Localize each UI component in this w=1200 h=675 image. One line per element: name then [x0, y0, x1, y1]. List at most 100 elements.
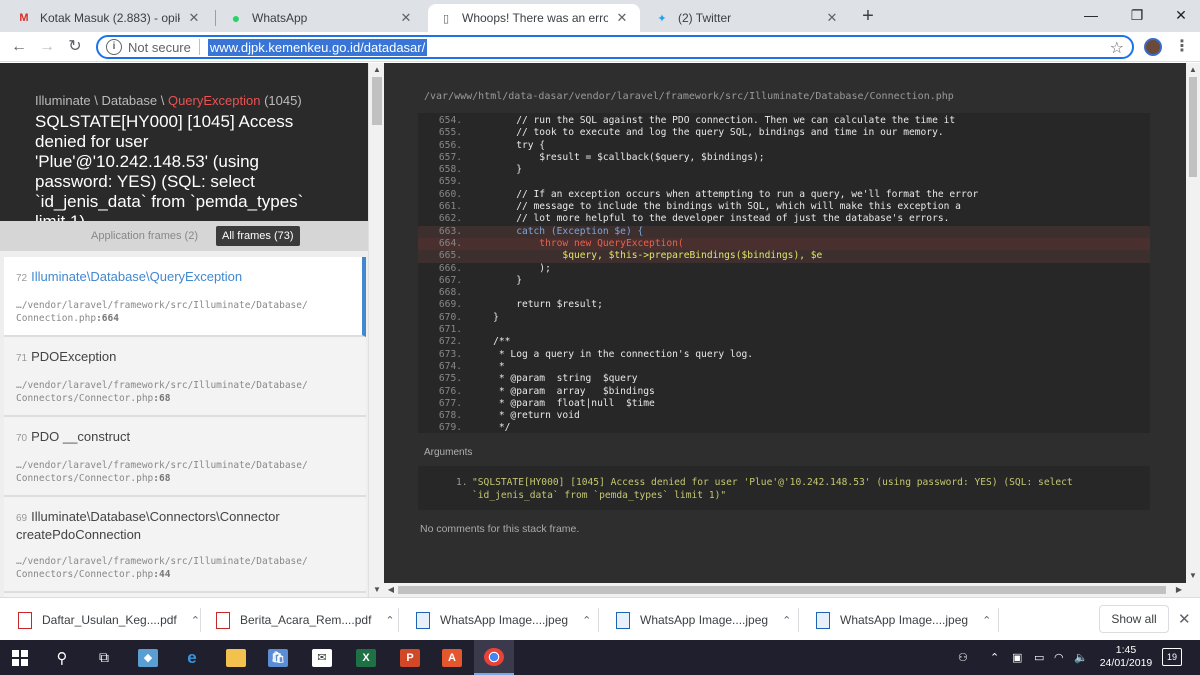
code-horizontal-scrollbar[interactable]: ◀ ▶ — [384, 583, 1186, 597]
scroll-left-arrow-icon[interactable]: ◀ — [384, 583, 398, 597]
back-button[interactable]: ← — [8, 36, 30, 58]
scroll-up-arrow-icon[interactable]: ▲ — [369, 63, 385, 77]
chevron-up-icon[interactable]: ⌃ — [191, 614, 200, 627]
bookmark-star-icon[interactable]: ☆ — [1110, 38, 1124, 58]
line-number: 663. — [438, 225, 462, 237]
search-icon[interactable]: ⚲ — [42, 640, 82, 675]
code-line: 672. /** — [418, 336, 1150, 348]
store-icon[interactable]: 🛍 — [258, 640, 298, 675]
windows-icon — [12, 649, 28, 666]
volume-icon[interactable]: 🔈 — [1074, 640, 1088, 675]
code-line: 670. } — [418, 312, 1150, 324]
line-code: } — [470, 311, 499, 323]
line-code: $result = $callback($query, $bindings); — [470, 151, 765, 163]
tab-gmail[interactable]: M Kotak Masuk (2.883) - opikcumir ✕ — [6, 4, 212, 32]
close-icon[interactable]: ✕ — [398, 10, 414, 26]
reload-button[interactable]: ↻ — [64, 36, 86, 58]
page-scrollbar[interactable]: ▲ ▼ — [1186, 63, 1200, 597]
line-number: 669. — [438, 299, 462, 311]
tab-whoops-error[interactable]: ▯ Whoops! There was an error. ✕ — [428, 4, 640, 32]
start-button[interactable] — [0, 640, 40, 675]
menu-dots-icon[interactable]: ⋮ — [1174, 38, 1190, 56]
chevron-up-icon[interactable]: ⌃ — [385, 614, 394, 627]
code-line: 657. $result = $callback($query, $bindin… — [418, 152, 1150, 164]
new-tab-button[interactable]: + — [856, 6, 880, 28]
file-path: /var/www/html/data-dasar/vendor/laravel/… — [424, 91, 954, 102]
chevron-up-icon[interactable]: ⌃ — [582, 614, 591, 627]
file-explorer-icon[interactable] — [216, 640, 256, 675]
scroll-right-arrow-icon[interactable]: ▶ — [1172, 583, 1186, 597]
profile-avatar[interactable] — [1144, 38, 1162, 56]
chevron-up-icon[interactable]: ⌃ — [982, 614, 991, 627]
scrollbar-thumb[interactable] — [372, 77, 382, 125]
close-icon[interactable]: ✕ — [824, 10, 840, 26]
excel-icon[interactable]: X — [346, 640, 386, 675]
tab-whatsapp[interactable]: ● WhatsApp ✕ — [218, 4, 424, 32]
app-icon[interactable]: ◆ — [128, 640, 168, 675]
chevron-up-icon[interactable]: ⌃ — [782, 614, 791, 627]
mail-icon[interactable]: ✉ — [302, 640, 342, 675]
frames-scrollbar[interactable]: ▲ ▼ — [368, 63, 384, 597]
window-close-button[interactable]: ✕ — [1166, 4, 1196, 26]
scrollbar-thumb[interactable] — [398, 586, 1166, 594]
tray-chevron-icon[interactable]: ⌃ — [990, 640, 999, 675]
tab-application-frames[interactable]: Application frames (2) — [85, 226, 204, 246]
minimize-button[interactable]: — — [1076, 4, 1106, 26]
tab-twitter[interactable]: ✦ (2) Twitter ✕ — [644, 4, 850, 32]
tab-all-frames[interactable]: All frames (73) — [216, 226, 300, 246]
url-text[interactable]: www.djpk.kemenkeu.go.id/datadasar/ — [207, 38, 428, 56]
info-icon[interactable]: i — [106, 39, 122, 55]
line-code: } — [470, 164, 522, 176]
download-item[interactable]: WhatsApp Image....jpeg ⌃ — [416, 606, 591, 634]
line-number: 675. — [438, 373, 462, 385]
divider — [598, 608, 599, 632]
frame-directory: …/vendor/laravel/framework/src/Illuminat… — [16, 460, 308, 471]
download-item[interactable]: WhatsApp Image....jpeg ⌃ — [816, 606, 991, 634]
task-view-icon[interactable]: ⧉ — [84, 640, 124, 675]
system-clock[interactable]: 1:45 24/01/2019 — [1096, 644, 1156, 670]
code-line: 655. // took to execute and log the quer… — [418, 127, 1150, 139]
close-icon[interactable]: ✕ — [614, 10, 630, 26]
restore-button[interactable]: ❐ — [1122, 4, 1152, 26]
forward-button[interactable]: → — [36, 36, 58, 58]
show-all-button[interactable]: Show all — [1099, 605, 1169, 633]
pdf-file-icon — [18, 611, 32, 629]
stack-frame[interactable]: 72 Illuminate\Database\QueryException …/ve… — [4, 257, 366, 337]
stack-frame[interactable]: 69 Illuminate\Database\Connectors\Connect… — [4, 497, 366, 593]
battery-icon[interactable]: ▭ — [1034, 640, 1044, 675]
wifi-icon[interactable]: ◠ — [1054, 640, 1064, 675]
download-item[interactable]: Daftar_Usulan_Keg....pdf ⌃ — [18, 606, 200, 634]
network-drive-icon[interactable]: ▣ — [1012, 640, 1022, 675]
arguments-list: 1. "SQLSTATE[HY000] [1045] Access denied… — [418, 466, 1150, 510]
powerpoint-icon[interactable]: P — [390, 640, 430, 675]
chrome-icon[interactable] — [474, 640, 514, 675]
frame-line: :664 — [96, 313, 119, 324]
code-line: 654. // run the SQL against the PDO conn… — [418, 115, 1150, 127]
image-file-icon — [416, 611, 430, 629]
download-item[interactable]: Berita_Acara_Rem....pdf ⌃ — [216, 606, 395, 634]
scroll-down-arrow-icon[interactable]: ▼ — [369, 583, 385, 597]
edge-browser-icon[interactable]: e — [172, 640, 212, 675]
exception-namespace: Illuminate \ Database \ — [35, 93, 168, 108]
address-bar[interactable]: i Not secure www.djpk.kemenkeu.go.id/dat… — [96, 35, 1134, 59]
scroll-up-arrow-icon[interactable]: ▲ — [1186, 63, 1200, 77]
line-code: // If an exception occurs when attemptin… — [470, 188, 979, 200]
scrollbar-thumb[interactable] — [1189, 77, 1197, 177]
frame-title: 72 Illuminate\Database\QueryException — [16, 269, 350, 287]
close-icon[interactable]: ✕ — [1178, 610, 1191, 628]
argument-value: "SQLSTATE[HY000] [1045] Access denied fo… — [472, 477, 1073, 501]
notification-center-icon[interactable]: 19 — [1162, 648, 1182, 666]
code-panel: /var/www/html/data-dasar/vendor/laravel/… — [384, 63, 1186, 597]
stack-frame[interactable]: 71 PDOException …/vendor/laravel/framework… — [4, 337, 366, 417]
line-number: 660. — [438, 188, 462, 200]
frame-path: …/vendor/laravel/framework/src/Illuminat… — [16, 459, 354, 485]
line-code: */ — [470, 422, 511, 433]
stack-frame[interactable]: 70 PDO __construct …/vendor/laravel/framew… — [4, 417, 366, 497]
people-icon[interactable]: ⚇ — [958, 640, 968, 675]
scroll-down-arrow-icon[interactable]: ▼ — [1186, 569, 1200, 583]
line-code: /** — [470, 336, 511, 348]
pdf-reader-icon[interactable]: A — [432, 640, 472, 675]
close-icon[interactable]: ✕ — [186, 10, 202, 26]
download-item[interactable]: WhatsApp Image....jpeg ⌃ — [616, 606, 791, 634]
download-filename: WhatsApp Image....jpeg — [840, 613, 969, 627]
